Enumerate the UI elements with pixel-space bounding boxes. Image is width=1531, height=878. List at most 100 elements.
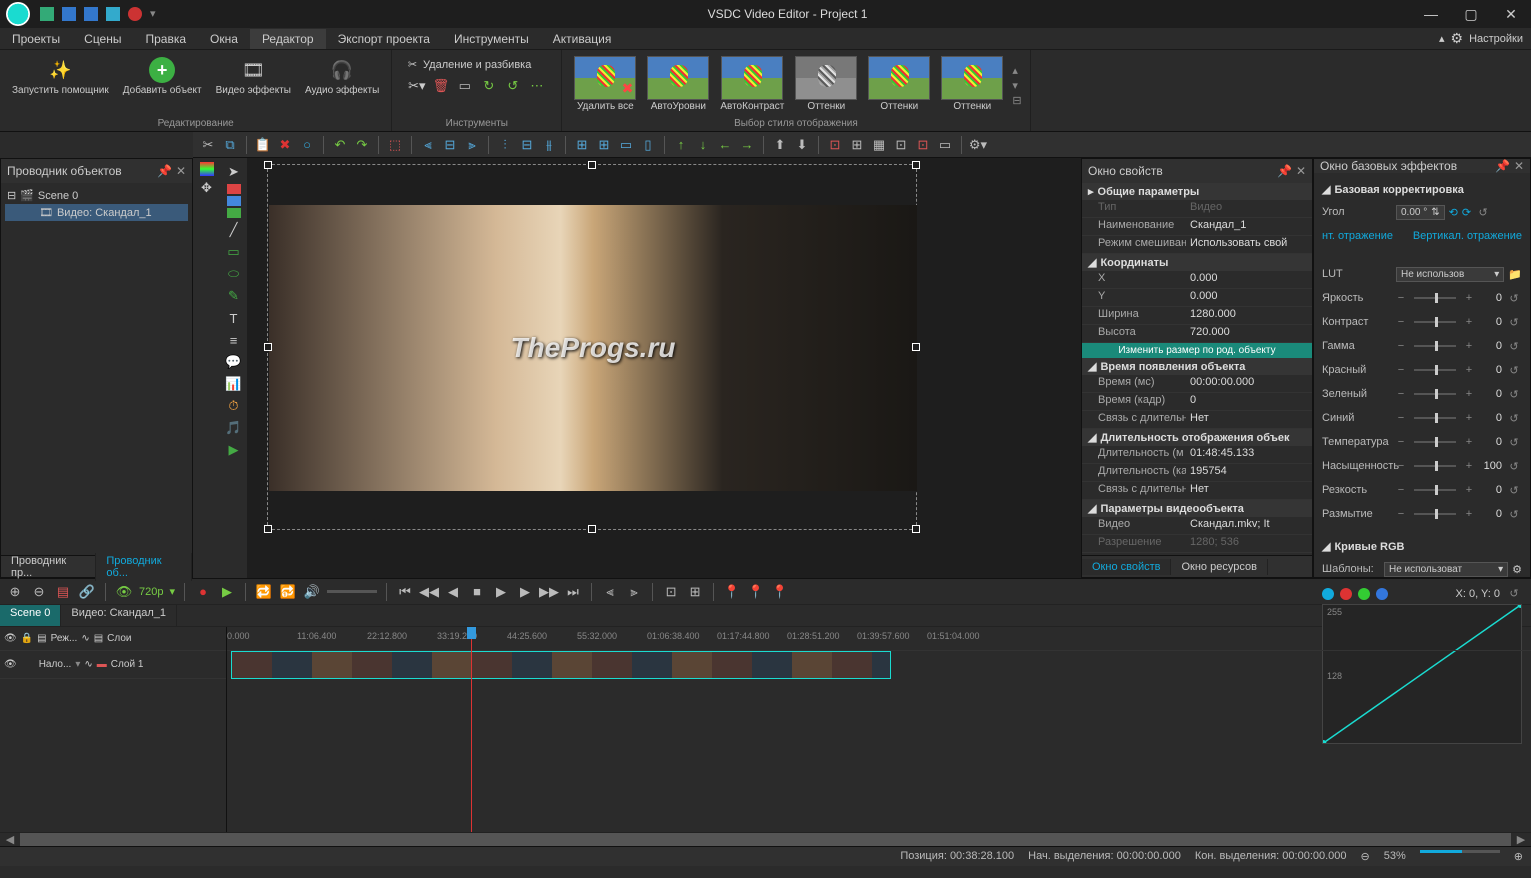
pin-icon[interactable]: 📌 (157, 164, 172, 178)
record-icon[interactable]: ● (194, 583, 212, 601)
goto-start-icon[interactable]: ⏮ (396, 583, 414, 601)
align-left-icon[interactable]: ⫷ (419, 136, 437, 154)
rotate90-icon[interactable]: ⟲ (1449, 206, 1458, 219)
menu-windows[interactable]: Окна (198, 29, 250, 49)
link-icon[interactable]: 🔗 (78, 583, 96, 601)
plus-icon[interactable]: + (1464, 340, 1474, 352)
undo-icon[interactable]: ↶ (331, 136, 349, 154)
zoom-sel-icon[interactable]: ⊞ (686, 583, 704, 601)
hflip-link[interactable]: нт. отражение (1322, 230, 1393, 242)
plus-icon[interactable]: + (1464, 508, 1474, 520)
rotate-90-icon[interactable]: ⟳ (1462, 206, 1471, 219)
prop-x[interactable]: 0.000 (1186, 271, 1312, 288)
reset-icon[interactable]: ↺ (1506, 364, 1522, 377)
rect-green-icon[interactable] (227, 208, 241, 218)
prop-video-file[interactable]: Скандал.mkv; It (1186, 517, 1312, 534)
arrow-right-icon[interactable]: → (738, 136, 756, 154)
paste-icon[interactable]: 📋 (254, 136, 272, 154)
counter-icon[interactable]: ⏱ (224, 396, 244, 416)
plus-icon[interactable]: + (1464, 484, 1474, 496)
prop-y[interactable]: 0.000 (1186, 289, 1312, 306)
split-icon[interactable]: ✂ (408, 58, 417, 71)
prop-time-ms[interactable]: 00:00:00.000 (1186, 375, 1312, 392)
qat-record-icon[interactable] (128, 7, 142, 21)
qat-export-icon[interactable] (106, 7, 120, 21)
goto-end-icon[interactable]: ⏭ (564, 583, 582, 601)
maximize-button[interactable]: ▢ (1451, 0, 1491, 28)
style-autolevels[interactable]: АвтоУровни (643, 54, 713, 116)
slider-3[interactable] (1414, 369, 1456, 371)
marker-icon[interactable]: 📍 (723, 583, 741, 601)
section-rgb-curves[interactable]: ◢ Кривые RGB (1322, 536, 1522, 557)
slider-9[interactable] (1414, 513, 1456, 515)
slider-4[interactable] (1414, 393, 1456, 395)
reset-icon[interactable]: ↺ (1506, 388, 1522, 401)
reset-icon[interactable]: ↺ (1506, 484, 1522, 497)
copy-icon[interactable]: ⧉ (221, 136, 239, 154)
lock-icon[interactable]: 🔒 (21, 633, 33, 644)
plus-icon[interactable]: + (1464, 460, 1474, 472)
volume-slider[interactable] (327, 590, 377, 593)
ruler-icon[interactable]: ▭ (936, 136, 954, 154)
audio-viz-icon[interactable]: 🎵 (224, 418, 244, 438)
chart-icon[interactable]: 📊 (224, 374, 244, 394)
dist-h-icon[interactable]: ⊞ (573, 136, 591, 154)
timeline-ruler[interactable]: 0.00011:06.40022:12.80033:19.20044:25.60… (227, 627, 1531, 651)
style-shades2[interactable]: Оттенки (864, 54, 934, 116)
align-bottom-icon[interactable]: ⫵ (540, 136, 558, 154)
stop-icon[interactable]: ■ (468, 583, 486, 601)
group-icon[interactable]: ⊡ (826, 136, 844, 154)
minus-icon[interactable]: − (1396, 436, 1406, 448)
quality-dropdown[interactable]: 720p (139, 586, 163, 598)
prop-width[interactable]: 1280.000 (1186, 307, 1312, 324)
video-effects-button[interactable]: 🎞Видео эффекты (212, 54, 295, 116)
layers-icon[interactable]: ▤ (37, 633, 46, 644)
rect-blue-icon[interactable] (227, 196, 241, 206)
plus-icon[interactable]: + (1464, 412, 1474, 424)
qat-open-icon[interactable] (62, 7, 76, 21)
timeline-scrollbar[interactable] (20, 833, 1511, 846)
minus-icon[interactable]: − (1396, 292, 1406, 304)
split-label[interactable]: Удаление и разбивка (423, 59, 531, 71)
plus-icon[interactable]: + (1464, 316, 1474, 328)
close-icon[interactable]: ✕ (1296, 164, 1306, 178)
prev-frame-icon[interactable]: ◀◀ (420, 583, 438, 601)
minus-icon[interactable]: − (1396, 460, 1406, 472)
section-duration[interactable]: ◢ Длительность отображения объек (1082, 429, 1312, 446)
prop-name[interactable]: Скандал_1 (1186, 218, 1312, 235)
tab-properties[interactable]: Окно свойств (1082, 559, 1171, 575)
reset-icon[interactable]: ↺ (1506, 412, 1522, 425)
pin-icon[interactable]: 📌 (1495, 159, 1510, 173)
menu-scenes[interactable]: Сцены (72, 29, 133, 49)
loop-icon[interactable]: 🔁 (255, 583, 273, 601)
prop-link2[interactable]: Нет (1186, 482, 1312, 499)
qat-new-icon[interactable] (40, 7, 54, 21)
folder-icon[interactable]: 📁 (1508, 268, 1522, 281)
video-frame[interactable]: TheProgs.ru (267, 164, 917, 530)
menu-export[interactable]: Экспорт проекта (326, 29, 442, 49)
settings-icon[interactable]: ⚙ (1512, 563, 1522, 576)
arrow-left-icon[interactable]: ← (716, 136, 734, 154)
audio-effects-button[interactable]: 🎧Аудио эффекты (301, 54, 383, 116)
reset-icon[interactable]: ↺ (1506, 460, 1522, 473)
zoom-out-icon[interactable]: ⊖ (1361, 850, 1370, 863)
reset-icon[interactable]: ↺ (1506, 436, 1522, 449)
settings-icon[interactable]: ⚙▾ (969, 136, 987, 154)
settings-label[interactable]: Настройки (1469, 33, 1523, 45)
same-w-icon[interactable]: ▭ (617, 136, 635, 154)
playhead[interactable] (471, 627, 472, 832)
section-appear[interactable]: ◢ Время появления объекта (1082, 358, 1312, 375)
same-h-icon[interactable]: ▯ (639, 136, 657, 154)
more-icon[interactable]: ⋯ (528, 77, 546, 95)
plus-icon[interactable]: + (1464, 364, 1474, 376)
play2-icon[interactable]: ▶ (492, 583, 510, 601)
template-dropdown[interactable]: Не использоват▾ (1384, 562, 1508, 577)
tooltip-icon[interactable]: 💬 (224, 352, 244, 372)
reset-icon[interactable]: ↺ (1475, 206, 1491, 219)
qat-dropdown-icon[interactable]: ▾ (150, 7, 164, 21)
minus-icon[interactable]: − (1396, 340, 1406, 352)
minus-icon[interactable]: − (1396, 412, 1406, 424)
reset-icon[interactable]: ↺ (1506, 340, 1522, 353)
tree-item-video[interactable]: 🎞Видео: Скандал_1 (5, 204, 188, 221)
circle-icon[interactable]: ○ (298, 136, 316, 154)
